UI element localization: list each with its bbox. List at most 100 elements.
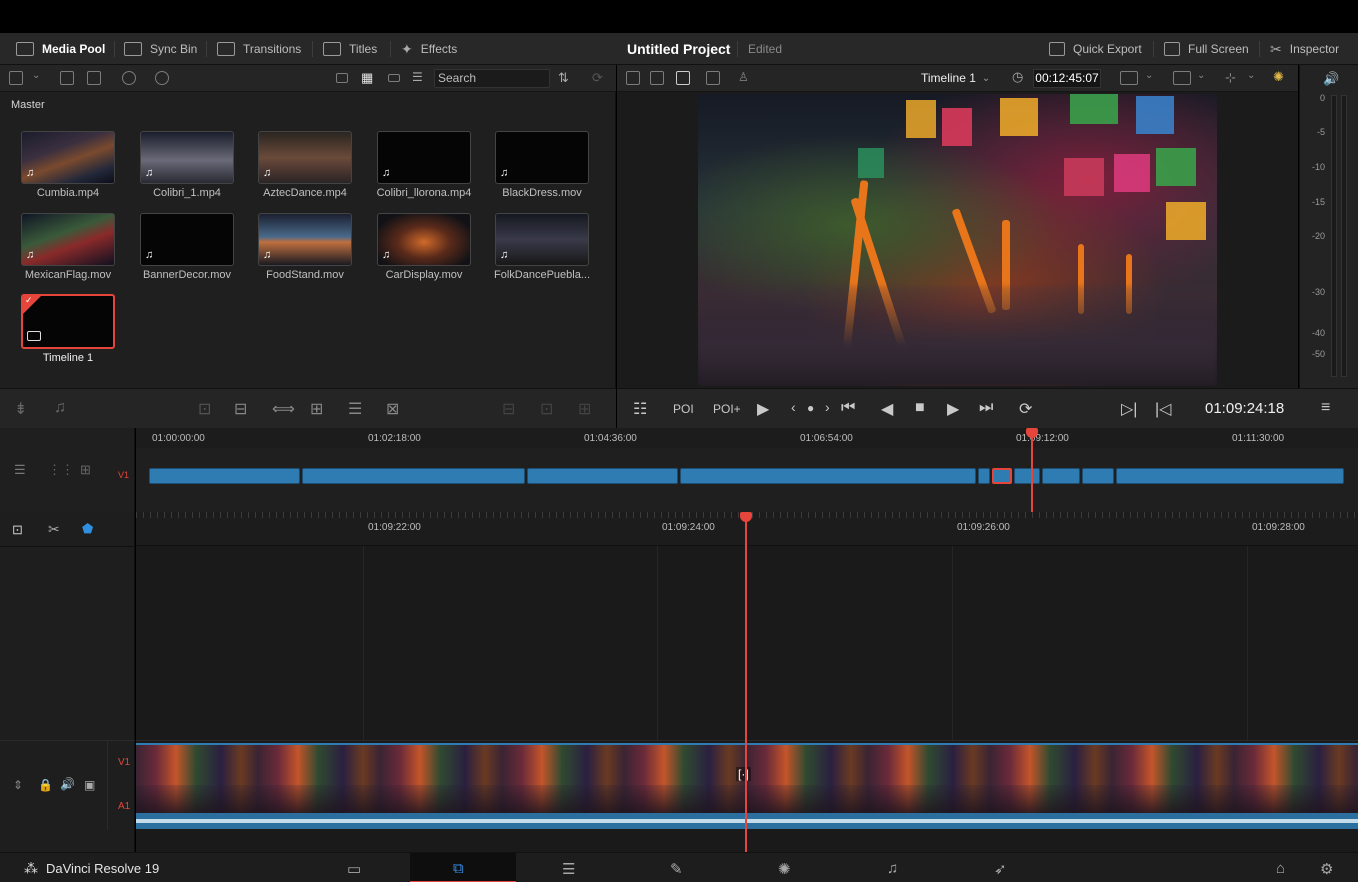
- filmstrip-view-icon[interactable]: [388, 74, 400, 82]
- timeline-clip[interactable]: [1014, 468, 1040, 484]
- clip-item[interactable]: ♫ CarDisplay.mov: [376, 213, 472, 281]
- timeline-clip[interactable]: [302, 468, 525, 484]
- timeline-view-icon[interactable]: ⊡: [12, 522, 23, 538]
- sort-icon[interactable]: ⇅: [558, 70, 569, 86]
- loop-icon[interactable]: ⟳: [1019, 399, 1032, 419]
- edit-page-icon[interactable]: ☰: [562, 860, 575, 878]
- menu-icon[interactable]: ≡: [1321, 399, 1330, 417]
- timeline-clip[interactable]: [978, 468, 990, 484]
- move-icon[interactable]: ⇕: [13, 778, 23, 792]
- grid-view-icon[interactable]: ▦: [361, 70, 373, 86]
- multicam-icon[interactable]: [706, 71, 720, 85]
- settings-gear-icon[interactable]: ⚙: [1320, 860, 1333, 878]
- timeline-clip[interactable]: [1042, 468, 1080, 484]
- trim-icon[interactable]: ⊟: [502, 399, 515, 419]
- clip-item[interactable]: ♫ Colibri_llorona.mp4: [376, 131, 472, 199]
- home-icon[interactable]: ⌂: [1276, 860, 1285, 877]
- timeline-clip[interactable]: [680, 468, 976, 484]
- stop-icon[interactable]: ■: [915, 399, 925, 417]
- place-on-top-icon[interactable]: ☰: [348, 399, 362, 419]
- titles-button[interactable]: Titles: [323, 33, 377, 65]
- clip-item[interactable]: ♫ FolkDancePuebla....: [494, 213, 590, 281]
- source-overwrite-icon[interactable]: ⊠: [386, 399, 399, 419]
- overview-ruler[interactable]: 01:00:00:00 01:02:18:00 01:04:36:00 01:0…: [136, 428, 1358, 448]
- clip-item[interactable]: ♫ MexicanFlag.mov: [20, 213, 116, 281]
- overview-playhead[interactable]: [1031, 434, 1033, 512]
- track-label-a1[interactable]: A1: [118, 801, 130, 812]
- transform-icon[interactable]: ⊡: [540, 399, 553, 419]
- timeline-selector[interactable]: Timeline 1 ⌄: [921, 71, 990, 85]
- cut-page-icon[interactable]: ⧉: [453, 860, 464, 877]
- chevron-down-icon[interactable]: ⌄: [32, 70, 40, 81]
- unlink-icon[interactable]: [155, 71, 169, 85]
- safe-area-icon[interactable]: [650, 71, 664, 85]
- color-page-icon[interactable]: ✺: [778, 860, 791, 878]
- prev-frame-icon[interactable]: ‹: [791, 399, 796, 415]
- speaker-icon[interactable]: 🔊: [60, 777, 75, 791]
- search-input[interactable]: Search: [434, 69, 550, 88]
- fairlight-page-icon[interactable]: ♫: [887, 860, 898, 877]
- next-frame-icon[interactable]: ›: [825, 399, 830, 415]
- refresh-icon[interactable]: ⟳: [592, 70, 603, 86]
- zoom-fit-icon[interactable]: [1120, 71, 1138, 85]
- person-icon[interactable]: ♙: [738, 70, 749, 84]
- transitions-button[interactable]: Transitions: [217, 33, 301, 65]
- inspector-button[interactable]: ✂ Inspector: [1270, 33, 1339, 65]
- chevron-down-icon[interactable]: ⌄: [1247, 70, 1255, 81]
- timeline-empty-area[interactable]: [136, 546, 1358, 740]
- image-view-icon[interactable]: [626, 71, 640, 85]
- marker-icon[interactable]: ⬟: [82, 521, 93, 537]
- clip-item[interactable]: ♫ BlackDress.mov: [494, 131, 590, 199]
- timeline-clip[interactable]: [149, 468, 300, 484]
- timeline-clip[interactable]: [1082, 468, 1114, 484]
- speaker-icon[interactable]: 🔊: [1323, 71, 1339, 87]
- poi-icon[interactable]: POI: [673, 402, 694, 416]
- track-options-icon[interactable]: ☰: [14, 462, 26, 478]
- timeline-clip[interactable]: [1116, 468, 1344, 484]
- color-wheel-icon[interactable]: ✺: [1273, 69, 1284, 85]
- audio-edit-icon[interactable]: ♫: [54, 399, 66, 417]
- timeline-clip[interactable]: [992, 468, 1012, 484]
- media-page-icon[interactable]: ▭: [347, 860, 361, 878]
- list-view-icon[interactable]: [336, 73, 348, 83]
- reverse-play-icon[interactable]: ◀: [881, 399, 893, 419]
- go-to-start-icon[interactable]: ⏮: [841, 399, 855, 417]
- import-icon[interactable]: [87, 71, 101, 85]
- media-pool-button[interactable]: Media Pool: [16, 33, 105, 65]
- output-icon[interactable]: [1173, 71, 1191, 85]
- detail-view-icon[interactable]: ☰: [412, 70, 423, 84]
- play-icon[interactable]: ▶: [947, 399, 959, 419]
- effects-button[interactable]: ✦ Effects: [401, 33, 457, 65]
- poi-add-icon[interactable]: POI+: [713, 402, 741, 416]
- close-up-icon[interactable]: ⊞: [310, 399, 323, 419]
- clip-item[interactable]: ♫ FoodStand.mov: [257, 213, 353, 281]
- adjust-icon[interactable]: ☷: [633, 399, 647, 419]
- audio-waveform-icon[interactable]: ⋮⋮: [48, 462, 74, 478]
- transform-icon[interactable]: ⊹: [1225, 70, 1236, 86]
- smart-insert-icon[interactable]: ⊡: [198, 399, 211, 419]
- zoom-icon[interactable]: ⊞: [80, 462, 91, 478]
- go-to-end-icon[interactable]: ⏭: [979, 399, 993, 417]
- clip-item[interactable]: ♫ AztecDance.mp4: [257, 131, 353, 199]
- timeline-playhead[interactable]: [745, 518, 747, 852]
- fusion-page-icon[interactable]: ✎: [670, 860, 683, 878]
- full-screen-button[interactable]: Full Screen: [1164, 33, 1249, 65]
- next-edit-icon[interactable]: ▷|: [1121, 399, 1137, 419]
- relink-icon[interactable]: [122, 71, 136, 85]
- new-bin-icon[interactable]: [60, 71, 74, 85]
- filmstrip-icon[interactable]: [676, 71, 690, 85]
- quick-export-button[interactable]: Quick Export: [1049, 33, 1142, 65]
- clip-item[interactable]: ♫ Colibri_1.mp4: [139, 131, 235, 199]
- monitor-icon[interactable]: ▣: [84, 778, 95, 792]
- ripple-overwrite-icon[interactable]: ⟺: [272, 399, 295, 419]
- chevron-down-icon[interactable]: ⌄: [1145, 70, 1153, 81]
- stop-dot-icon[interactable]: ●: [807, 401, 814, 415]
- panel-toggle-icon[interactable]: [9, 71, 23, 85]
- prev-edit-icon[interactable]: |◁: [1155, 399, 1171, 419]
- speed-icon[interactable]: ⊞: [578, 399, 591, 419]
- track-edit-icon[interactable]: ⇟: [14, 399, 27, 419]
- sync-bin-button[interactable]: Sync Bin: [124, 33, 197, 65]
- chevron-down-icon[interactable]: ⌄: [1197, 70, 1205, 81]
- track-label-v1[interactable]: V1: [118, 757, 130, 768]
- clip-item[interactable]: ♫ Cumbia.mp4: [20, 131, 116, 199]
